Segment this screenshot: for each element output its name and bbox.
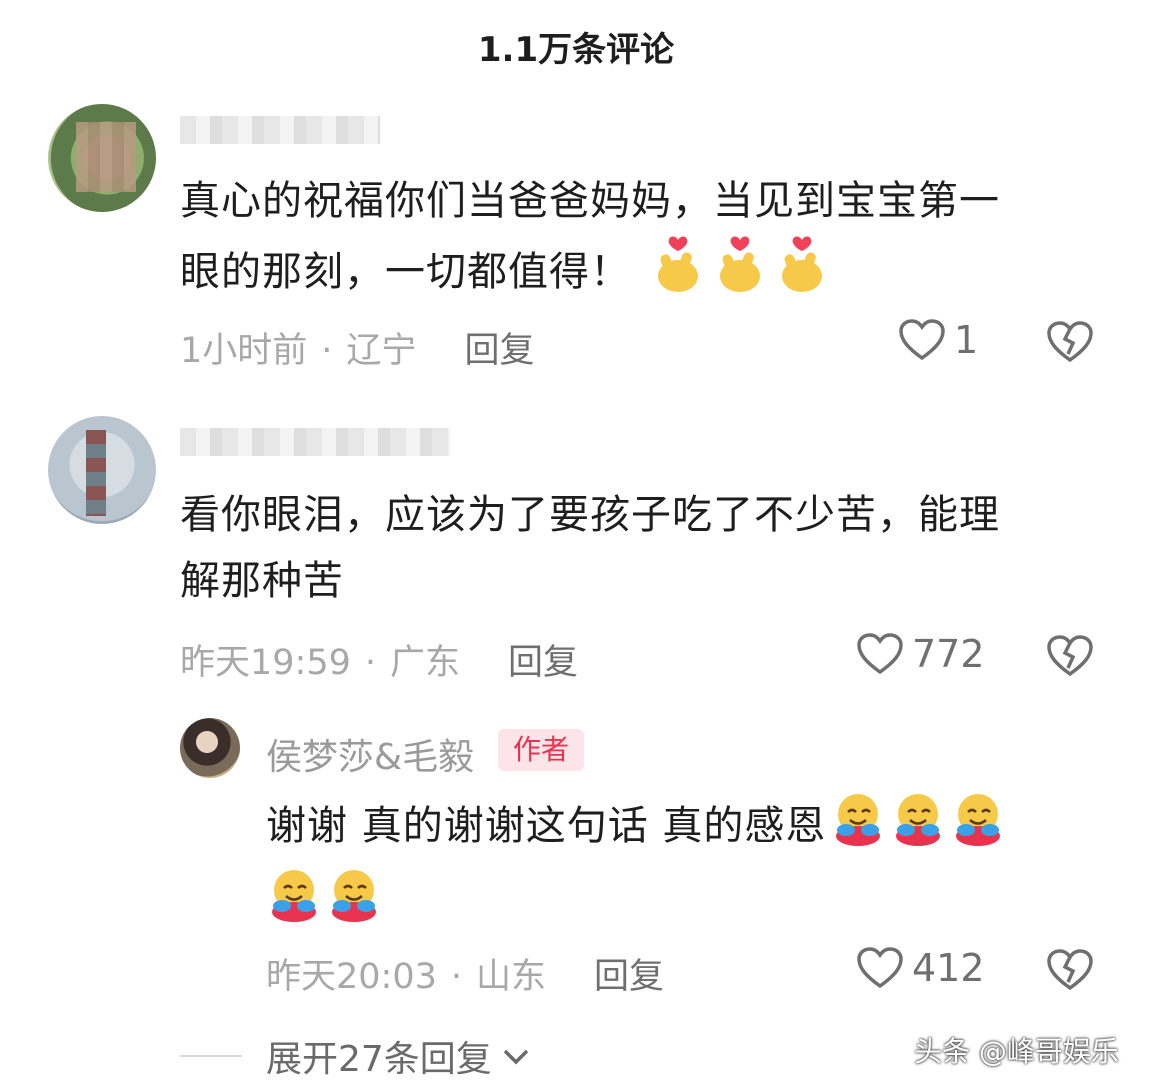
comment-text-line: 眼的那刻，一切都值得！: [180, 234, 1100, 314]
comment-text-span: 眼的那刻，一切都值得！: [180, 249, 631, 295]
dislike-button[interactable]: [1046, 948, 1094, 992]
reply-meta: 昨天20:03 · 山东 回复: [266, 948, 664, 999]
comment-text-line: 真心的祝福你们当爸爸妈妈，当见到宝宝第一: [180, 178, 1000, 224]
avatar[interactable]: [48, 416, 156, 524]
like-count: 1: [954, 318, 979, 362]
comment-text: 真心的祝福你们当爸爸妈妈，当见到宝宝第一 眼的那刻，一切都值得！: [180, 168, 1100, 314]
hugging-face-emoji: [890, 790, 946, 866]
hugging-face-emoji: [950, 790, 1006, 866]
expand-replies-label: 展开27条回复: [266, 1039, 492, 1080]
meta-separator: ·: [450, 957, 463, 997]
dislike-button[interactable]: [1046, 634, 1094, 678]
author-name[interactable]: 侯梦莎&毛毅: [266, 728, 474, 780]
author-avatar[interactable]: [180, 718, 240, 778]
comment-text: 看你眼泪，应该为了要孩子吃了不少苦，能理 解那种苦: [180, 482, 1100, 614]
reply-text-line: 谢谢 真的谢谢这句话 真的感恩: [266, 790, 1086, 866]
reply-button[interactable]: 回复: [464, 331, 534, 371]
heart-outline-icon: [857, 947, 903, 989]
comment-time: 1小时前: [180, 331, 308, 371]
like-count: 772: [912, 632, 985, 676]
comments-count-title: 1.1万条评论: [477, 30, 675, 70]
broken-heart-icon: [1047, 949, 1093, 991]
meta-separator: ·: [364, 643, 377, 683]
watermark: 头条 @峰哥娱乐: [914, 1035, 1119, 1068]
author-badge: 作者: [498, 729, 584, 771]
meta-separator: ·: [321, 331, 333, 371]
heart-outline-icon: [857, 633, 903, 675]
comment-time: 昨天19:59: [180, 643, 351, 683]
comment-text-line: 解那种苦: [180, 558, 344, 604]
username-blurred[interactable]: [180, 116, 380, 144]
reply-button[interactable]: 回复: [594, 957, 664, 997]
comment-location: 辽宁: [346, 331, 417, 371]
username-blurred[interactable]: [180, 428, 450, 456]
dislike-button[interactable]: [1046, 320, 1094, 364]
like-button[interactable]: 1: [898, 318, 978, 362]
like-count: 412: [912, 946, 985, 990]
avatar[interactable]: [48, 104, 156, 212]
like-button[interactable]: 772: [856, 632, 985, 676]
like-button[interactable]: 412: [856, 946, 985, 990]
expand-replies-button[interactable]: 展开27条回复: [180, 1030, 532, 1082]
hugging-face-emoji: [266, 866, 322, 942]
reply-text: 谢谢 真的谢谢这句话 真的感恩: [266, 790, 1086, 942]
reply-location: 山东: [476, 957, 547, 997]
comment-meta: 昨天19:59 · 广东 回复: [180, 634, 578, 685]
hugging-face-emoji: [326, 866, 382, 942]
finger-heart-emoji: [711, 234, 769, 314]
reply-text-span: 谢谢 真的谢谢这句话 真的感恩: [266, 803, 827, 849]
reply-time: 昨天20:03: [266, 957, 437, 997]
broken-heart-icon: [1047, 321, 1093, 363]
comment-text-line: 看你眼泪，应该为了要孩子吃了不少苦，能理: [180, 492, 1000, 538]
divider-line: [180, 1055, 242, 1057]
comment-location: 广东: [390, 643, 461, 683]
reply-button[interactable]: 回复: [508, 643, 578, 683]
hugging-face-emoji: [830, 790, 886, 866]
finger-heart-emoji: [773, 234, 831, 314]
chevron-down-icon: [503, 1049, 529, 1065]
finger-heart-emoji: [649, 234, 707, 314]
comment-meta: 1小时前 · 辽宁 回复: [180, 322, 534, 373]
broken-heart-icon: [1047, 635, 1093, 677]
heart-outline-icon: [899, 319, 945, 361]
reply-text-line: [266, 866, 1086, 942]
